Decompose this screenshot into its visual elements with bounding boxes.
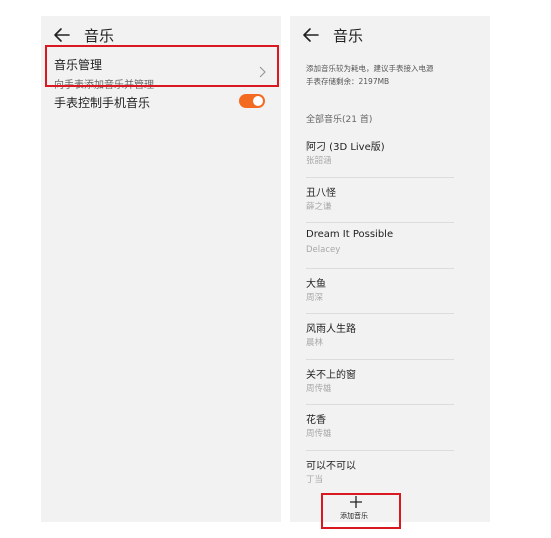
song-artist: 晨林 xyxy=(306,338,324,348)
song-artist: 薛之谦 xyxy=(306,201,332,212)
song-item[interactable]: 丑八怪 薛之谦 xyxy=(306,178,454,223)
song-name: 阿刁 (3D Live版) xyxy=(306,142,385,153)
watch-control-toggle[interactable] xyxy=(239,94,265,108)
song-artist: 丁当 xyxy=(306,474,324,485)
page-title: 音乐 xyxy=(333,27,364,45)
storage-remaining-text: 手表存储剩余：2197MB xyxy=(306,77,390,86)
highlight-box xyxy=(321,493,401,529)
toggle-knob xyxy=(253,96,263,106)
song-item[interactable]: 风雨人生路 晨林 xyxy=(306,314,454,360)
song-item[interactable]: 大鱼 周深 xyxy=(306,269,454,314)
song-name: 丑八怪 xyxy=(306,187,336,199)
song-artist: 周深 xyxy=(306,292,324,303)
song-item[interactable]: 可以不可以 丁当 xyxy=(306,451,454,496)
back-arrow-icon[interactable] xyxy=(53,26,71,44)
song-artist: 周传雄 xyxy=(306,429,332,439)
highlight-box xyxy=(45,45,279,87)
music-settings-screen: 音乐 音乐管理 向手表添加音乐并管理 手表控制手机音乐 xyxy=(41,16,281,522)
song-artist: 周传雄 xyxy=(306,383,332,394)
song-name: 可以不可以 xyxy=(306,460,356,472)
song-list: 阿刁 (3D Live版) 张韶涵 丑八怪 薛之谦 Dream It Possi… xyxy=(290,132,490,495)
song-name: 大鱼 xyxy=(306,278,326,290)
song-name: 风雨人生路 xyxy=(306,324,356,335)
song-item[interactable]: 阿刁 (3D Live版) 张韶涵 xyxy=(306,132,454,178)
song-item[interactable]: Dream It Possible Delacey xyxy=(306,223,454,269)
song-name: 关不上的窗 xyxy=(306,369,356,381)
song-name: Dream It Possible xyxy=(306,229,394,240)
storage-info: 添加音乐较为耗电，建议手表接入电源 手表存储剩余：2197MB xyxy=(306,62,490,88)
song-item[interactable]: 关不上的窗 周传雄 xyxy=(306,360,454,405)
back-arrow-icon[interactable] xyxy=(302,26,320,44)
song-artist: 张韶涵 xyxy=(306,156,332,166)
song-name: 花香 xyxy=(306,415,326,426)
song-artist: Delacey xyxy=(306,245,341,255)
battery-warning-text: 添加音乐较为耗电，建议手表接入电源 xyxy=(306,64,434,73)
song-item[interactable]: 花香 周传雄 xyxy=(306,405,454,451)
header: 音乐 xyxy=(290,22,490,52)
all-music-count: 全部音乐(21 首) xyxy=(306,115,373,125)
page-title: 音乐 xyxy=(84,27,115,45)
music-management-screen: 音乐 添加音乐较为耗电，建议手表接入电源 手表存储剩余：2197MB 全部音乐(… xyxy=(290,16,490,522)
